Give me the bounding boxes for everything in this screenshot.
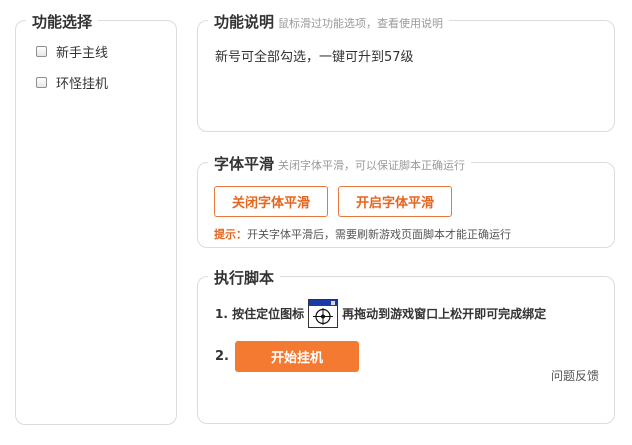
- run-script-title: 执行脚本: [214, 269, 275, 287]
- function-description-legend: 功能说明 鼠标滑过功能选项，查看使用说明: [208, 11, 450, 32]
- feature-selection-panel: 功能选择 新手主线 环怪挂机: [15, 11, 177, 425]
- start-afk-button[interactable]: 开始挂机: [234, 341, 359, 372]
- function-description-subtitle: 鼠标滑过功能选项，查看使用说明: [278, 17, 444, 30]
- step-one-instruction: 1. 按住定位图标 再拖动到游戏窗口上松开即可完成绑定: [215, 299, 546, 328]
- font-smoothing-panel: 字体平滑 关闭字体平滑，可以保证脚本正确运行 关闭字体平滑 开启字体平滑 提示：…: [197, 153, 615, 248]
- step-one-prefix: 1. 按住定位图标: [215, 307, 305, 321]
- feature-selection-title: 功能选择: [32, 13, 93, 31]
- font-smoothing-tip: 提示：开关字体平滑后，需要刷新游戏页面脚本才能正确运行: [214, 226, 511, 242]
- step-one-suffix: 再拖动到游戏窗口上松开即可完成绑定: [342, 307, 547, 321]
- function-description-title: 功能说明: [214, 13, 275, 31]
- font-smoothing-title: 字体平滑: [214, 155, 275, 173]
- tip-label: 提示：: [214, 228, 247, 241]
- step-two-number: 2.: [215, 349, 229, 364]
- font-smoothing-legend: 字体平滑 关闭字体平滑，可以保证脚本正确运行: [208, 153, 472, 174]
- feature-label: 环怪挂机: [56, 76, 109, 92]
- function-description-panel: 功能说明 鼠标滑过功能选项，查看使用说明 新号可全部勾选，一键可升到57级: [197, 11, 615, 132]
- feature-item-newbie-mainline[interactable]: 新手主线: [36, 43, 109, 61]
- feature-item-loop-monster-afk[interactable]: 环怪挂机: [36, 74, 109, 92]
- crosshair-target-icon[interactable]: [308, 299, 339, 328]
- feature-list: 新手主线 环怪挂机: [36, 43, 108, 105]
- font-smoothing-subtitle: 关闭字体平滑，可以保证脚本正确运行: [278, 159, 466, 172]
- loop-monster-afk-checkbox[interactable]: [36, 76, 47, 88]
- feature-selection-legend: 功能选择: [26, 11, 99, 32]
- feature-label: 新手主线: [56, 45, 109, 61]
- step-two-row: 2. 开始挂机: [215, 341, 359, 372]
- function-description-text: 新号可全部勾选，一键可升到57级: [215, 50, 414, 65]
- disable-font-smoothing-button[interactable]: 关闭字体平滑: [214, 186, 328, 217]
- enable-font-smoothing-button[interactable]: 开启字体平滑: [338, 186, 452, 217]
- feedback-link[interactable]: 问题反馈: [551, 367, 599, 384]
- newbie-mainline-checkbox[interactable]: [36, 45, 47, 57]
- script-control-panel: 功能选择 新手主线 环怪挂机 功能说明 鼠标滑过功能选项，查看使用说明 新号可全…: [0, 0, 632, 445]
- run-script-panel: 执行脚本 1. 按住定位图标 再拖动到游戏窗口上松开即可完成绑定 2. 开始挂机…: [197, 267, 615, 424]
- tip-text: 开关字体平滑后，需要刷新游戏页面脚本才能正确运行: [247, 228, 511, 241]
- run-script-legend: 执行脚本: [208, 267, 281, 288]
